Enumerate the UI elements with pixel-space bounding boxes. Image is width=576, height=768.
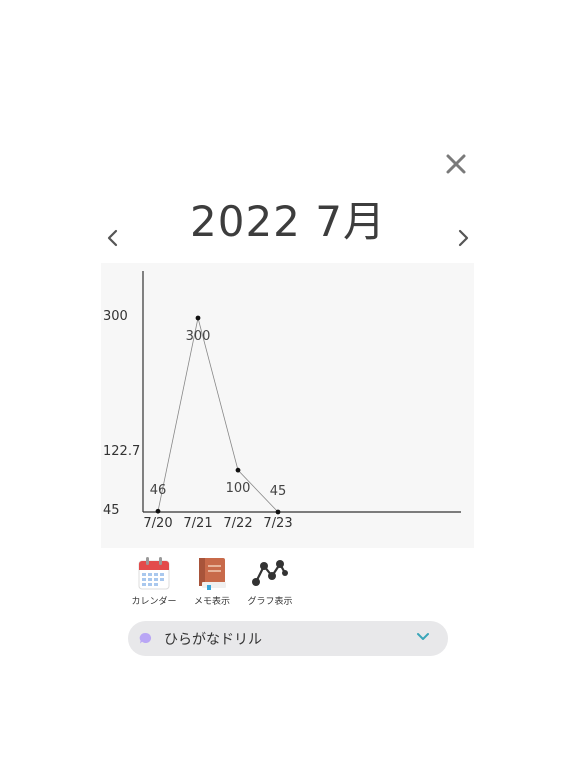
chart-svg: 300 122.7 45 7/20 7/21 7/22 7/23 46 300 100 45 (103, 271, 461, 531)
prev-month-button[interactable] (102, 226, 124, 250)
memo-button-label: メモ表示 (193, 597, 230, 607)
x-tick-label: 7/20 (143, 516, 172, 531)
next-month-button[interactable] (452, 226, 474, 250)
series-line (157, 317, 279, 513)
view-toolbar: カレンダー メモ表示 グラフ表示 (124, 556, 304, 612)
graph-icon (252, 560, 288, 586)
data-point (235, 467, 241, 473)
close-icon (446, 154, 466, 174)
calendar-button[interactable]: カレンダー (124, 556, 184, 612)
chevron-left-icon (107, 229, 118, 247)
page-title: 2022 7月 (190, 197, 386, 246)
close-button[interactable] (442, 150, 470, 178)
drill-selector-label: ひらがなドリル (164, 632, 262, 648)
chevron-right-icon (458, 229, 469, 247)
x-tick-label: 7/22 (223, 516, 252, 531)
data-point (275, 509, 281, 515)
data-label: 100 (226, 481, 251, 496)
x-tick-label: 7/23 (263, 516, 292, 531)
graph-button[interactable]: グラフ表示 (240, 556, 300, 612)
line-chart: 300 122.7 45 7/20 7/21 7/22 7/23 46 300 100 45 (101, 263, 474, 548)
y-tick-label: 45 (103, 503, 120, 518)
data-label: 300 (186, 329, 211, 344)
y-tick-label: 122.7 (103, 444, 140, 459)
chevron-down-icon (417, 633, 429, 640)
data-label: 46 (150, 483, 167, 498)
drill-selector[interactable]: ひらがなドリル (128, 621, 448, 656)
data-point (155, 508, 161, 514)
memo-book-icon (199, 558, 226, 590)
y-tick-label: 300 (103, 309, 128, 324)
calendar-icon (138, 557, 170, 590)
memo-button[interactable]: メモ表示 (182, 556, 242, 612)
x-tick-label: 7/21 (183, 516, 212, 531)
speech-bubble-icon (139, 632, 152, 644)
graph-button-label: グラフ表示 (247, 597, 293, 607)
calendar-button-label: カレンダー (131, 597, 177, 607)
data-label: 45 (270, 484, 287, 499)
data-point (195, 315, 201, 321)
